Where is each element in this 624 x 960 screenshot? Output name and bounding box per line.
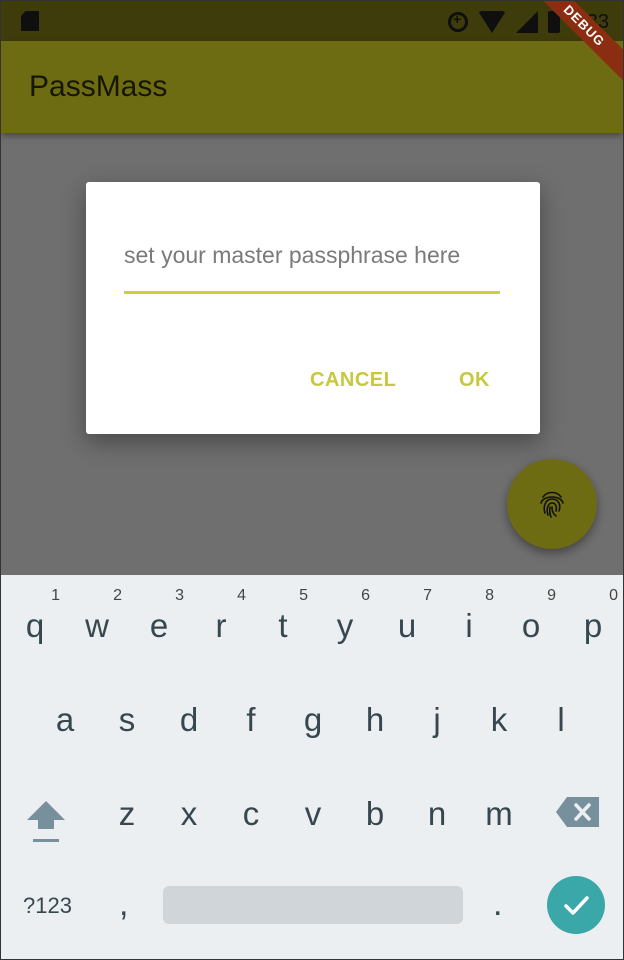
key-label: n	[427, 795, 447, 832]
key-label: l	[557, 701, 565, 738]
fingerprint-fab[interactable]	[507, 459, 597, 549]
key-x[interactable]: x	[158, 777, 220, 837]
key-s[interactable]: s	[96, 683, 158, 743]
key-t[interactable]: t5	[252, 579, 314, 644]
key-label: g	[303, 701, 323, 738]
comma-key[interactable]: ,	[119, 885, 128, 924]
key-hint: 3	[175, 587, 184, 604]
key-j[interactable]: j	[406, 683, 468, 743]
ok-button[interactable]: OK	[459, 369, 490, 392]
app-title: PassMass	[29, 70, 168, 103]
device-screen: 9:33 PassMass DEBUG CANCEL OK q1w2e3r4t5…	[0, 0, 624, 960]
key-hint: 5	[299, 587, 308, 604]
key-label: c	[242, 795, 260, 832]
app-bar: PassMass	[1, 41, 623, 133]
key-y[interactable]: y6	[314, 579, 376, 644]
key-label: z	[118, 795, 136, 832]
shift-key[interactable]	[23, 793, 69, 849]
wifi-icon	[478, 11, 507, 33]
soft-keyboard: q1w2e3r4t5y6u7i8o9p0 asdfghjkl zxcvbnm ?…	[1, 575, 623, 959]
key-label: v	[304, 795, 322, 832]
key-label: d	[179, 701, 199, 738]
space-bar[interactable]	[163, 886, 463, 924]
key-hint: 8	[485, 587, 494, 604]
key-q[interactable]: q1	[4, 579, 66, 644]
key-label: q	[25, 607, 45, 644]
key-label: e	[149, 607, 169, 644]
key-l[interactable]: l	[530, 683, 592, 743]
key-label: p	[583, 607, 603, 644]
key-w[interactable]: w2	[66, 579, 128, 644]
sd-card-icon	[21, 11, 39, 31]
key-label: r	[215, 607, 227, 644]
symbols-key[interactable]: ?123	[23, 893, 72, 919]
key-n[interactable]: n	[406, 777, 468, 837]
key-p[interactable]: p0	[562, 579, 623, 644]
key-hint: 0	[609, 587, 618, 604]
key-hint: 2	[113, 587, 122, 604]
key-label: o	[521, 607, 541, 644]
status-bar: 9:33	[1, 1, 623, 41]
key-u[interactable]: u7	[376, 579, 438, 644]
period-key[interactable]: .	[493, 885, 502, 924]
key-label: i	[465, 607, 473, 644]
key-a[interactable]: a	[34, 683, 96, 743]
key-z[interactable]: z	[96, 777, 158, 837]
key-label: u	[397, 607, 417, 644]
shift-icon	[27, 801, 65, 842]
key-label: t	[278, 607, 288, 644]
key-label: k	[490, 701, 508, 738]
key-label: s	[118, 701, 136, 738]
key-b[interactable]: b	[344, 777, 406, 837]
signal-icon	[516, 11, 539, 33]
key-c[interactable]: c	[220, 777, 282, 837]
key-label: x	[180, 795, 198, 832]
key-e[interactable]: e3	[128, 579, 190, 644]
key-label: j	[433, 701, 441, 738]
key-label: w	[85, 607, 109, 644]
cancel-button[interactable]: CANCEL	[310, 369, 396, 392]
key-hint: 9	[547, 587, 556, 604]
key-label: f	[246, 701, 256, 738]
key-hint: 1	[51, 587, 60, 604]
key-m[interactable]: m	[468, 777, 530, 837]
key-r[interactable]: r4	[190, 579, 252, 644]
key-hint: 7	[423, 587, 432, 604]
backspace-key[interactable]	[555, 795, 601, 829]
passphrase-input[interactable]	[124, 238, 500, 272]
key-g[interactable]: g	[282, 683, 344, 743]
input-underline	[124, 291, 500, 294]
key-hint: 4	[237, 587, 246, 604]
key-label: h	[365, 701, 385, 738]
data-saver-icon	[448, 11, 469, 32]
key-h[interactable]: h	[344, 683, 406, 743]
fingerprint-icon	[540, 491, 564, 518]
checkmark-icon	[564, 896, 589, 915]
key-o[interactable]: o9	[500, 579, 562, 644]
key-k[interactable]: k	[468, 683, 530, 743]
backspace-icon	[556, 797, 599, 827]
key-i[interactable]: i8	[438, 579, 500, 644]
key-label: m	[485, 795, 513, 832]
key-hint: 6	[361, 587, 370, 604]
enter-key[interactable]	[547, 876, 605, 934]
passphrase-dialog: CANCEL OK	[86, 182, 540, 434]
key-d[interactable]: d	[158, 683, 220, 743]
key-label: y	[336, 607, 354, 644]
key-label: b	[365, 795, 385, 832]
key-label: a	[55, 701, 75, 738]
key-f[interactable]: f	[220, 683, 282, 743]
key-v[interactable]: v	[282, 777, 344, 837]
